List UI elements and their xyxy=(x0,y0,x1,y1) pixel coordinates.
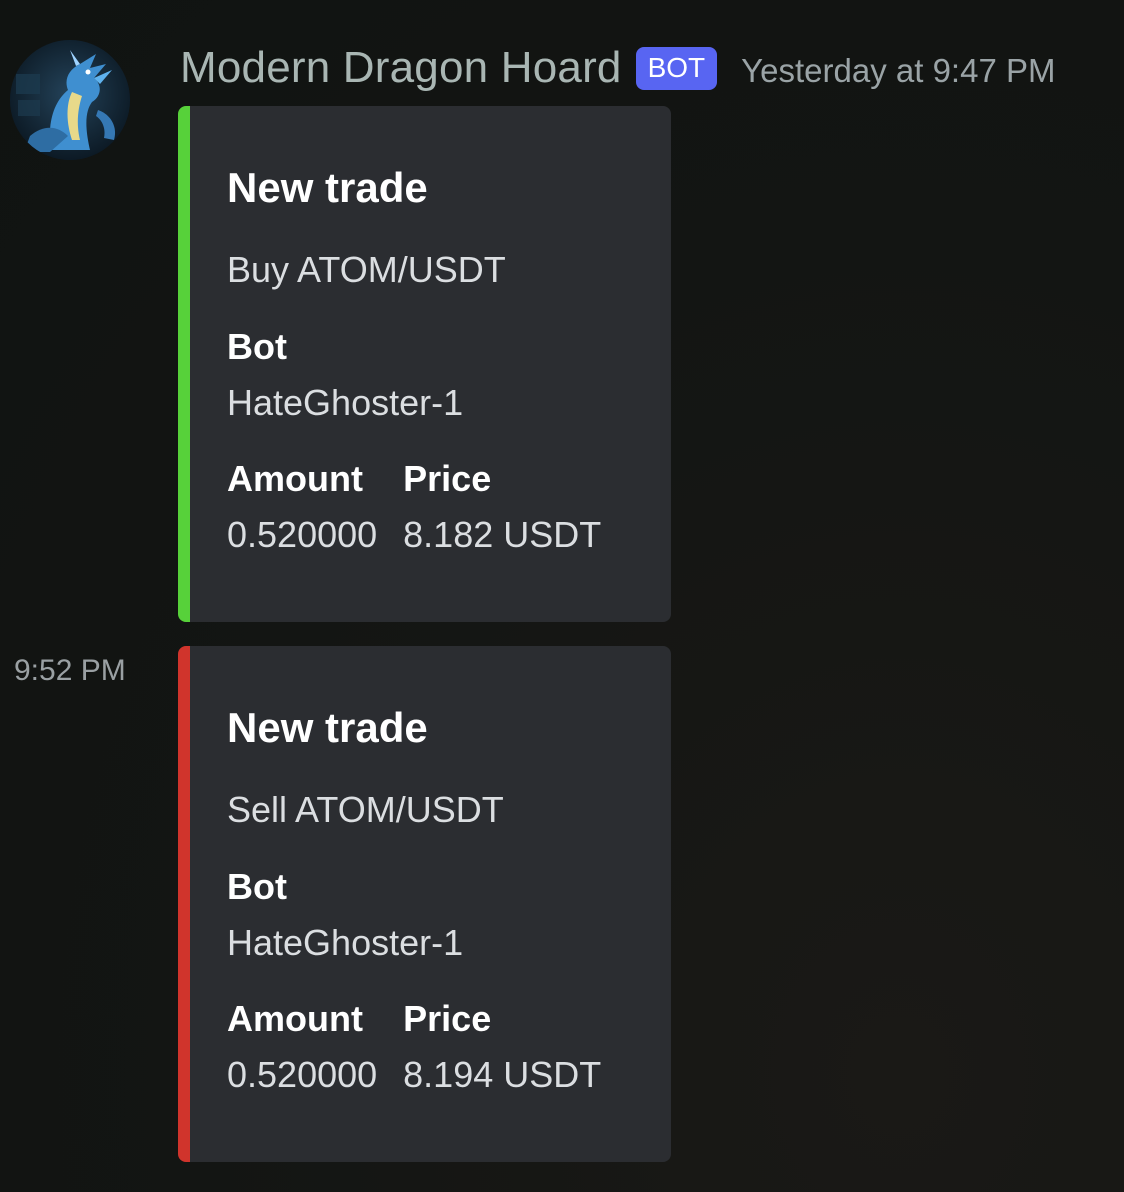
field-bot-label: Bot xyxy=(227,866,287,907)
embed-description: Buy ATOM/USDT xyxy=(227,249,506,290)
field-bot-value: HateGhoster-1 xyxy=(227,922,464,963)
field-amount: Amount 0.520000 xyxy=(227,456,377,560)
chat-area: Modern Dragon Hoard BOT Yesterday at 9:4… xyxy=(0,0,1124,1192)
message-timestamp[interactable]: Yesterday at 9:47 PM xyxy=(741,52,1055,90)
field-amount-label: Amount xyxy=(227,998,363,1039)
field-price-label: Price xyxy=(403,998,492,1039)
embed-description: Sell ATOM/USDT xyxy=(227,789,504,830)
field-amount: Amount 0.520000 xyxy=(227,996,377,1100)
field-price: Price 8.194 USDT xyxy=(403,996,601,1100)
field-price-value: 8.182 USDT xyxy=(403,514,602,555)
field-amount-value: 0.520000 xyxy=(227,1054,378,1095)
field-bot-value: HateGhoster-1 xyxy=(227,382,464,423)
field-amount-value: 0.520000 xyxy=(227,514,378,555)
embed-title: New trade xyxy=(227,164,428,211)
trade-embed-buy: New trade Buy ATOM/USDT Bot HateGhoster-… xyxy=(178,106,671,622)
field-price-label: Price xyxy=(403,458,492,499)
field-price: Price 8.182 USDT xyxy=(403,456,601,560)
field-price-value: 8.194 USDT xyxy=(403,1054,602,1095)
embed-title: New trade xyxy=(227,704,428,751)
field-bot: Bot HateGhoster-1 xyxy=(227,324,641,428)
bot-badge: BOT xyxy=(635,46,718,90)
inline-fields: Amount 0.520000 Price 8.194 USDT xyxy=(227,996,641,1100)
author-name[interactable]: Modern Dragon Hoard xyxy=(180,43,622,93)
dragon-avatar-icon[interactable] xyxy=(10,40,130,160)
followup-timestamp[interactable]: 9:52 PM xyxy=(14,654,126,688)
trade-embed-sell: New trade Sell ATOM/USDT Bot HateGhoster… xyxy=(178,646,671,1162)
field-bot-label: Bot xyxy=(227,326,287,367)
message-header: Modern Dragon Hoard BOT Yesterday at 9:4… xyxy=(180,38,1055,98)
field-bot: Bot HateGhoster-1 xyxy=(227,864,641,968)
inline-fields: Amount 0.520000 Price 8.182 USDT xyxy=(227,456,641,560)
field-amount-label: Amount xyxy=(227,458,363,499)
